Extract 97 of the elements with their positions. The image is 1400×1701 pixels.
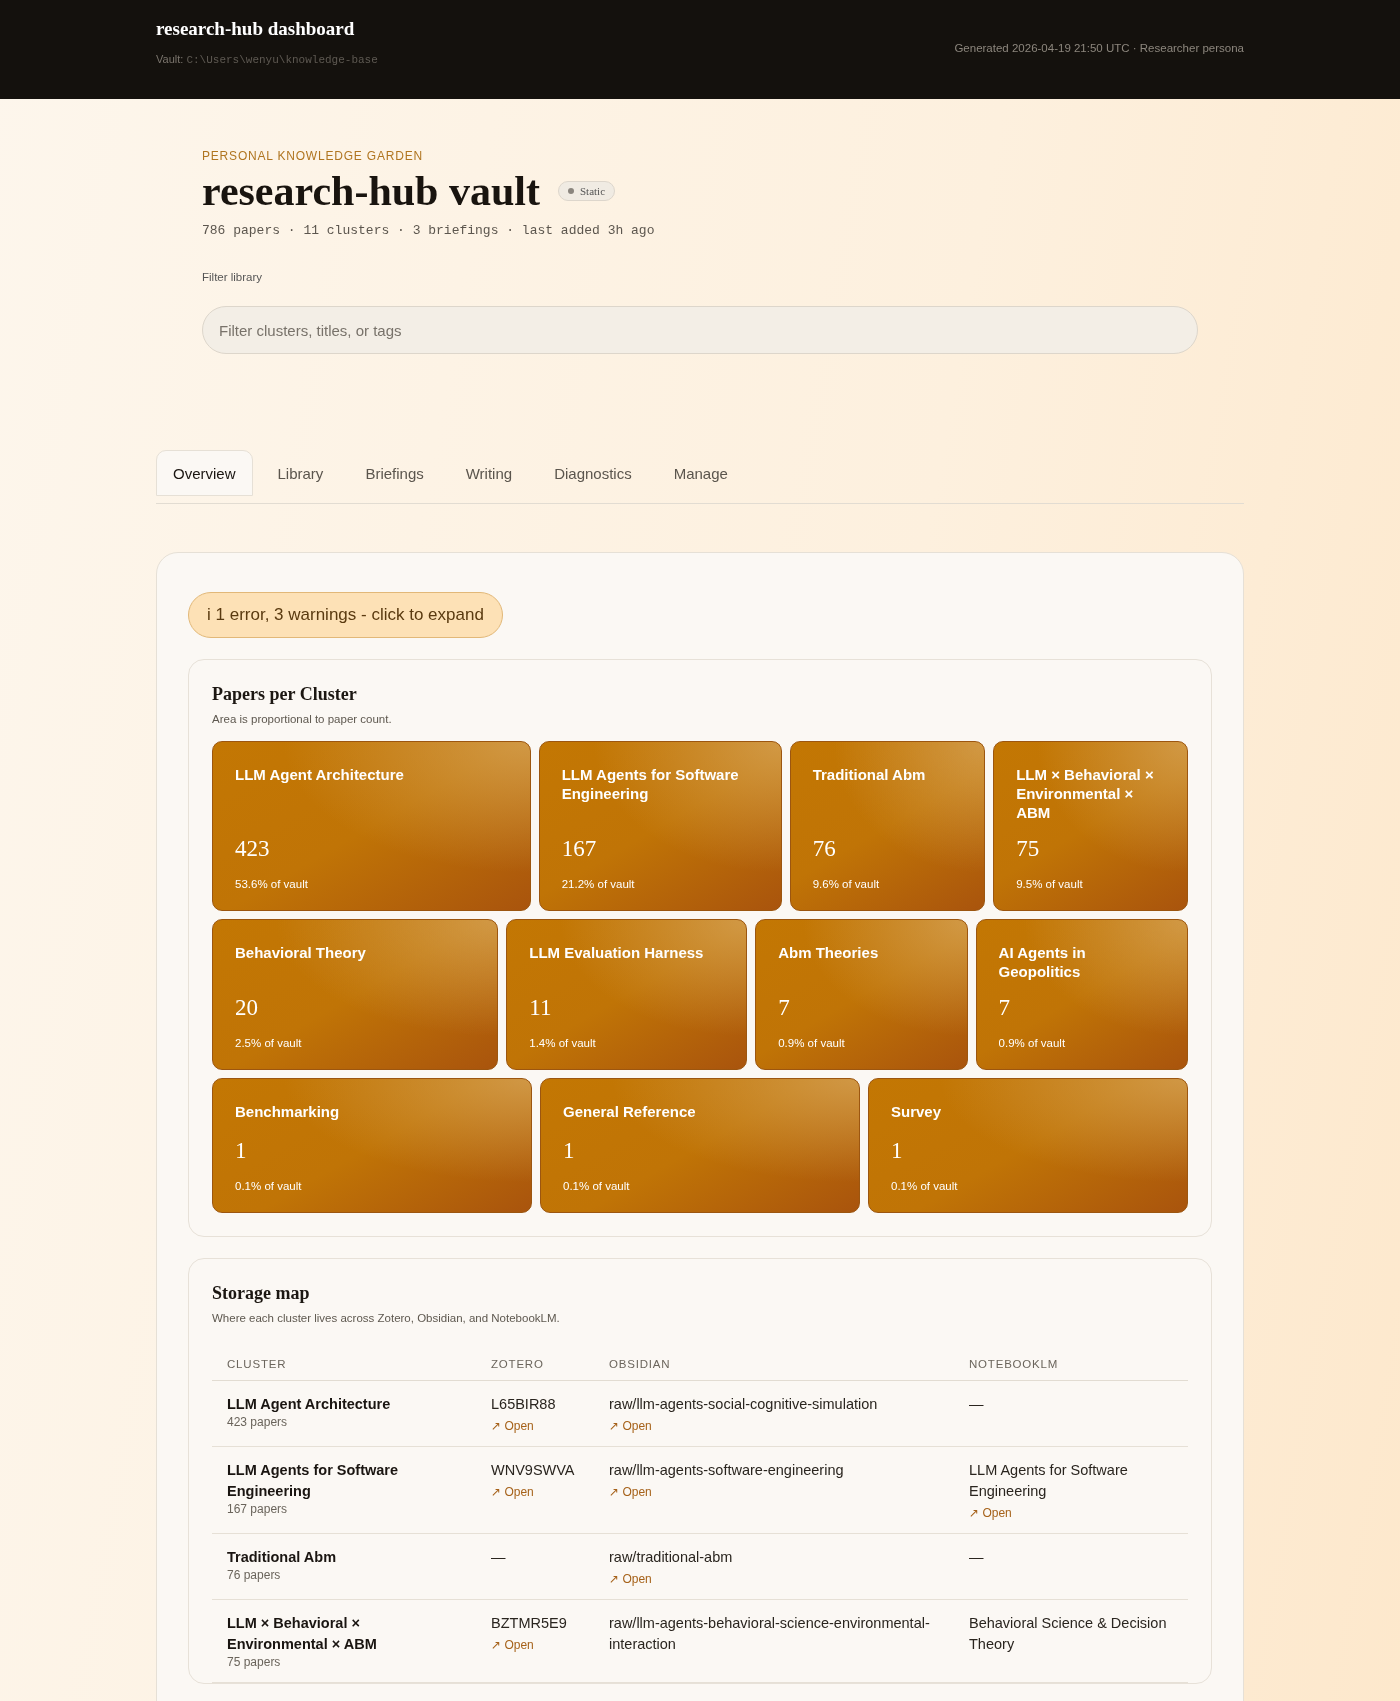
column-header: OBSIDIAN bbox=[594, 1348, 954, 1381]
paper-count: 423 papers bbox=[227, 1415, 289, 1429]
cluster-name: LLM Agents for Software Engineering bbox=[227, 1461, 400, 1502]
tile-title: LLM Agent Architecture bbox=[235, 766, 405, 785]
paper-count: 75 bbox=[1016, 836, 1041, 862]
open-link[interactable]: ↗ Open bbox=[491, 1485, 534, 1500]
open-link[interactable]: ↗ Open bbox=[491, 1419, 534, 1433]
card-title: Papers per Cluster bbox=[212, 684, 358, 705]
tab[interactable]: Library bbox=[260, 450, 341, 496]
column-header: ZOTERO bbox=[476, 1348, 594, 1381]
tab[interactable]: Diagnostics bbox=[537, 450, 649, 496]
tile-title: LLM Evaluation Harness bbox=[529, 944, 705, 963]
tab[interactable]: Writing bbox=[448, 450, 530, 496]
paper-count: 75 papers bbox=[227, 1655, 282, 1670]
vault-share: 1.4% of vault bbox=[529, 1037, 597, 1049]
cluster-tile[interactable]: Traditional Abm 76 9.6% of vault bbox=[789, 741, 986, 911]
vault-share: 9.6% of vault bbox=[812, 878, 881, 890]
cluster-tile[interactable]: Behavioral Theory 20 2.5% of vault bbox=[212, 919, 499, 1070]
paper-count: 76 papers bbox=[227, 1568, 282, 1583]
paper-count: 20 bbox=[235, 995, 259, 1021]
table-cell-text: raw/traditional-abm bbox=[609, 1548, 734, 1568]
tile-title: Survey bbox=[891, 1103, 943, 1122]
dot-icon bbox=[567, 188, 574, 194]
vault-title: research-hub vault bbox=[202, 167, 540, 215]
table-cell-text: raw/llm-agents-behavioral-science-environmental-interaction bbox=[609, 1614, 931, 1655]
card-subtitle: Where each cluster lives across Zotero, Obsidian, and NotebookLM. bbox=[212, 1312, 561, 1324]
cluster-tile[interactable]: LLM Evaluation Harness 11 1.4% of vault bbox=[506, 919, 748, 1070]
eyebrow-label: PERSONAL KNOWLEDGE GARDEN bbox=[202, 149, 424, 163]
open-link[interactable]: ↗ Open bbox=[969, 1506, 1012, 1521]
cluster-tile[interactable]: LLM Agent Architecture 423 53.6% of vault bbox=[212, 741, 531, 911]
paper-count: 7 bbox=[998, 995, 1012, 1021]
cluster-tile[interactable]: LLM Agents for Software Engineering 167 21.2% of vault bbox=[538, 741, 782, 911]
cluster-tile[interactable]: Survey 1 0.1% of vault bbox=[868, 1078, 1188, 1213]
card-title: Storage map bbox=[212, 1283, 311, 1304]
table-cell-text: — bbox=[969, 1548, 985, 1568]
tab[interactable]: Manage bbox=[656, 450, 745, 496]
tile-title: LLM × Behavioral × Environmental × ABM bbox=[1016, 766, 1155, 823]
generated-info: Generated 2026-04-19 21:50 UTC · Researcher persona bbox=[954, 42, 1244, 54]
table-cell-text: L65BIR88 bbox=[491, 1395, 557, 1414]
alert-pill[interactable]: i 1 error, 3 warnings - click to expand bbox=[188, 592, 503, 638]
table-cell-text: WNV9SWVA bbox=[491, 1461, 576, 1480]
vault-share: 2.5% of vault bbox=[235, 1037, 303, 1049]
paper-count: 1 bbox=[563, 1138, 576, 1164]
cluster-tile[interactable]: AI Agents in Geopolitics 7 0.9% of vault bbox=[975, 919, 1188, 1070]
paper-count: 76 bbox=[812, 836, 837, 862]
tile-title: Abm Theories bbox=[778, 944, 880, 963]
paper-count: 11 bbox=[529, 995, 553, 1021]
paper-count: 167 papers bbox=[227, 1502, 289, 1517]
table-cell-text: Behavioral Science & Decision Theory bbox=[969, 1614, 1168, 1655]
filter-field[interactable]: Filter clusters, titles, or tags bbox=[202, 306, 1198, 354]
cluster-tile[interactable]: General Reference 1 0.1% of vault bbox=[540, 1078, 860, 1213]
paper-count: 167 bbox=[561, 836, 598, 862]
filter-label: Filter library bbox=[202, 271, 264, 283]
paper-count: 1 bbox=[891, 1138, 904, 1164]
cluster-tile[interactable]: Benchmarking 1 0.1% of vault bbox=[212, 1078, 532, 1213]
card-subtitle: Area is proportional to paper count. bbox=[212, 713, 393, 725]
paper-count: 423 bbox=[235, 836, 271, 862]
table-cell-text: LLM Agents for Software Engineering bbox=[969, 1461, 1129, 1502]
tab[interactable]: Briefings bbox=[348, 450, 441, 496]
tab[interactable]: Overview bbox=[156, 450, 253, 496]
vault-share: 0.9% of vault bbox=[778, 1037, 846, 1049]
tile-title: LLM Agents for Software Engineering bbox=[561, 766, 740, 804]
vault-share: 0.1% of vault bbox=[891, 1180, 959, 1192]
tile-title: Benchmarking bbox=[235, 1103, 341, 1122]
table-cell-text: BZTMR5E9 bbox=[491, 1614, 568, 1634]
tile-title: Behavioral Theory bbox=[235, 944, 367, 963]
tile-title: AI Agents in Geopolitics bbox=[998, 944, 1087, 982]
cluster-tile[interactable]: Abm Theories 7 0.9% of vault bbox=[755, 919, 968, 1070]
paper-count: 1 bbox=[235, 1138, 248, 1164]
tile-title: Traditional Abm bbox=[812, 766, 927, 785]
open-link[interactable]: ↗ Open bbox=[491, 1638, 534, 1653]
column-header: NOTEBOOKLM bbox=[954, 1348, 1188, 1381]
paper-count: 7 bbox=[778, 995, 791, 1021]
vault-path: C:\Users\wenyu\knowledge-base bbox=[186, 54, 378, 66]
column-header: CLUSTER bbox=[212, 1348, 476, 1381]
vault-share: 53.6% of vault bbox=[235, 878, 309, 890]
open-link[interactable]: ↗ Open bbox=[609, 1419, 652, 1433]
cluster-name: Traditional Abm bbox=[227, 1548, 338, 1568]
vault-share: 0.1% of vault bbox=[563, 1180, 631, 1192]
static-badge: Static bbox=[557, 181, 616, 201]
vault-share: 9.5% of vault bbox=[1016, 878, 1084, 890]
cluster-name: LLM × Behavioral × Environmental × ABM bbox=[227, 1614, 378, 1655]
table-cell-text: — bbox=[491, 1548, 507, 1568]
table-cell-text: raw/llm-agents-social-cognitive-simulation bbox=[609, 1395, 879, 1414]
vault-share: 0.1% of vault bbox=[235, 1180, 303, 1192]
dashboard-title: research-hub dashboard bbox=[156, 18, 356, 40]
vault-share: 0.9% of vault bbox=[998, 1037, 1067, 1049]
open-link[interactable]: ↗ Open bbox=[609, 1572, 652, 1587]
vault-share: 21.2% of vault bbox=[561, 878, 636, 890]
cluster-name: LLM Agent Architecture bbox=[227, 1395, 392, 1414]
cluster-tile[interactable]: LLM × Behavioral × Environmental × ABM 75 9.5% of vault bbox=[993, 741, 1188, 911]
vault-label: Vault: bbox=[156, 53, 184, 65]
open-link[interactable]: ↗ Open bbox=[609, 1485, 652, 1500]
table-cell-text: raw/llm-agents-software-engineering bbox=[609, 1461, 845, 1480]
table-cell-text: — bbox=[969, 1395, 985, 1414]
vault-stats: 786 papers · 11 clusters · 3 briefings · last added 3h ago bbox=[202, 223, 656, 238]
tile-title: General Reference bbox=[563, 1103, 697, 1122]
